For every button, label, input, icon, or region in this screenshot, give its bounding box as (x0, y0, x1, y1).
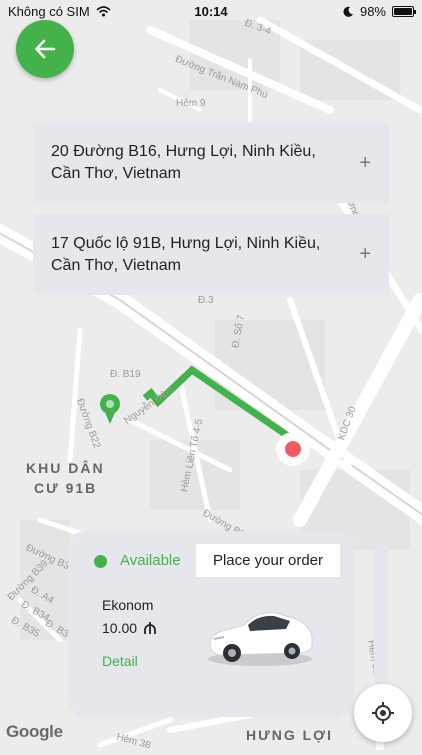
area-label: HƯNG LỢI (246, 727, 333, 743)
area-label: CƯ 91B (34, 480, 98, 496)
locate-crosshair-icon (372, 702, 394, 724)
destination-address-text: 17 Quốc lộ 91B, Hưng Lợi, Ninh Kiều, Cần… (51, 234, 321, 274)
ride-panel: Available Place your order Ekonom 10.00 … (68, 531, 354, 717)
status-dot (94, 555, 107, 568)
wifi-icon (96, 5, 111, 16)
street-label: Đ. B19 (110, 369, 141, 380)
manat-icon (144, 622, 156, 634)
pickup-address-field[interactable]: 20 Đường B16, Hưng Lợi, Ninh Kiều, Cần T… (33, 123, 389, 203)
destination-marker (285, 441, 301, 457)
plus-icon[interactable]: + (359, 150, 371, 177)
moon-icon (343, 6, 353, 17)
arrow-left-icon (35, 39, 56, 59)
battery-level-fill (394, 7, 412, 15)
price-row: 10.00 (102, 620, 157, 636)
street-label: Hẻm 9 (176, 98, 206, 109)
my-location-button[interactable] (354, 684, 412, 742)
clock: 10:14 (194, 3, 228, 19)
destination-address-field[interactable]: 17 Quốc lộ 91B, Hưng Lợi, Ninh Kiều, Cần… (33, 214, 389, 295)
detail-link[interactable]: Detail (102, 653, 138, 669)
status-label: Available (120, 552, 181, 569)
place-order-button[interactable]: Place your order (196, 544, 340, 577)
carrier-label: Không có SIM (8, 3, 90, 19)
street-label: Đ.3 (198, 295, 214, 306)
car-type-label: Ekonom (102, 597, 154, 613)
back-button[interactable] (16, 20, 74, 78)
google-logo: Google (6, 722, 63, 741)
battery-percent: 98% (359, 3, 386, 19)
white-car-icon (208, 612, 313, 666)
pickup-address-text: 20 Đường B16, Hưng Lợi, Ninh Kiều, Cần T… (51, 143, 316, 182)
panel-scrollbar[interactable] (374, 544, 388, 694)
area-label: KHU DÂN (26, 460, 105, 476)
battery-icon (392, 5, 416, 17)
plus-icon[interactable]: + (359, 241, 371, 268)
price-value: 10.00 (102, 620, 138, 636)
status-bar: Không có SIM 10:14 98% (0, 0, 422, 22)
